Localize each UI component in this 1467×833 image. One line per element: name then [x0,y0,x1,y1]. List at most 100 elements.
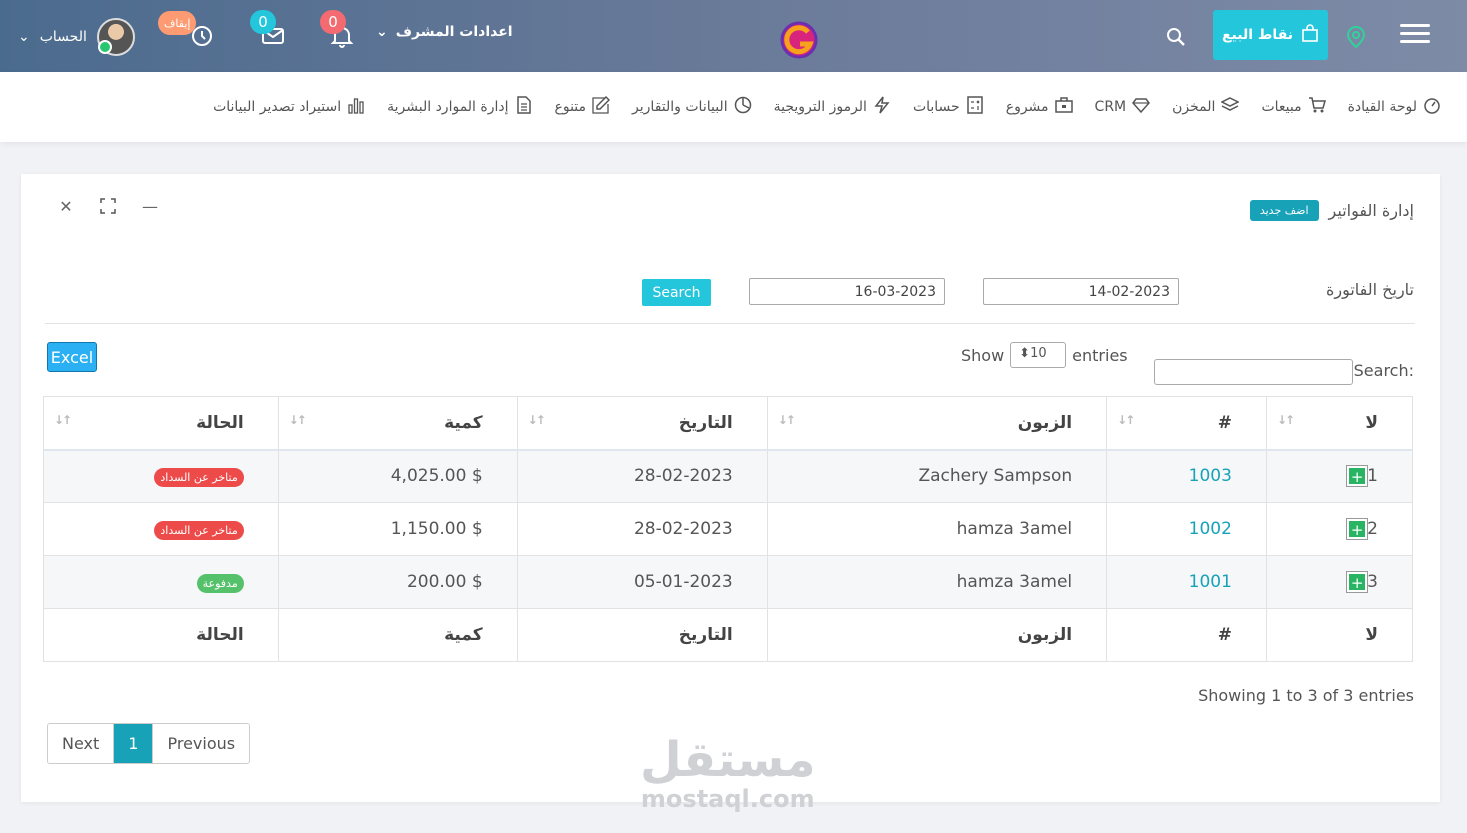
date-from-input[interactable] [983,278,1179,305]
minimize-icon[interactable]: — [140,196,160,216]
nav-item-9[interactable]: إدارة الموارد البشرية [387,96,532,118]
invoice-date: 28-02-2023 [633,519,733,539]
col-header-date[interactable]: التاريخ ↑↓ [516,396,768,451]
divider [45,323,1415,324]
nav-item-label: مبيعات [1261,99,1302,115]
entries-label: entries [1072,345,1128,365]
status-cell: متاخر عن السداد [43,502,279,556]
watermark: مستقل mostaql.com [640,735,816,813]
briefcase-icon [1054,96,1073,118]
admin-settings-label: اعدادات المشرف [395,24,513,40]
hamburger-menu-icon[interactable] [1400,24,1430,46]
footer-amount: كمية [277,608,518,662]
invoice-date-label: تاريخ الفاتورة [1325,280,1414,299]
invoices-card: إدارة الفواتير اضف جديد — ✕ تاريخ الفاتو… [21,174,1440,802]
customer-cell: hamza 3amel [766,502,1108,556]
admin-settings-menu[interactable]: اعدادات المشرف ⌄ [376,24,513,40]
location-pin-icon[interactable] [1346,25,1366,49]
expand-row-icon[interactable]: + [1347,466,1368,487]
watermark-arabic: مستقل [640,732,816,788]
chevron-down-icon: ⌄ [376,24,388,40]
date-cell: 28-02-2023 [516,449,768,503]
diamond-icon [1132,96,1151,118]
footer-date: التاريخ [516,608,768,662]
nav-item-6[interactable]: الرموز الترويجية [774,96,891,118]
previous-page-button[interactable]: Previous [152,724,250,763]
page-title: إدارة الفواتير [1328,201,1414,220]
date-to-input[interactable] [749,278,945,305]
nav-item-label: إدارة الموارد البشرية [387,99,509,115]
avatar [96,18,135,56]
nav-item-3[interactable]: CRM [1095,96,1151,118]
col-header-amount[interactable]: كمية ↑↓ [277,396,518,451]
invoice-link[interactable]: 1002 [1189,519,1232,539]
status-badge: مدفوعة [196,573,244,593]
nav-item-2[interactable]: المخزن [1172,96,1241,118]
nav-item-4[interactable]: مشروع [1006,96,1073,118]
table-search-input[interactable] [1154,359,1353,385]
row-no-cell: 3+ [1265,555,1414,609]
messages-button[interactable]: 0 [250,10,290,54]
invoice-link[interactable]: 1001 [1189,572,1232,592]
layers-icon [1220,96,1241,118]
row-no: 1 [1367,466,1378,487]
page-1-button[interactable]: 1 [113,724,153,763]
nav-item-5[interactable]: حسابات [913,96,984,118]
nav-item-8[interactable]: متنوع [554,95,611,118]
expand-row-icon[interactable]: + [1347,519,1368,539]
nav-item-label: المخزن [1172,99,1216,115]
col-header-id[interactable]: # ↑↓ [1106,396,1267,451]
amount-cell: 1,150.00 $ [277,502,518,556]
search-button[interactable]: Search [642,279,711,306]
nav-item-label: مشروع [1005,99,1049,115]
add-new-button[interactable]: اضف جديد [1249,200,1319,221]
customer-name: hamza 3amel [956,519,1073,539]
showing-info: Showing 1 to 3 of 3 entries [1198,686,1414,705]
nav-item-label: حسابات [912,99,960,115]
row-no-cell: 2+ [1265,502,1414,556]
invoice-date: 05-01-2023 [633,572,733,592]
app-logo[interactable] [778,20,820,60]
close-icon[interactable]: ✕ [56,196,76,216]
status-cell: مدفوعة [43,555,279,609]
nav-item-7[interactable]: البيانات والتقارير [632,96,752,118]
table-search-label: Search: [1353,361,1414,380]
expand-row-icon[interactable]: + [1347,572,1368,592]
show-label: Show [961,345,1005,365]
table-row: 1+ 1003 Zachery Sampson 28-02-2023 4,025.00 … [43,449,1414,503]
top-header: نقاط البيع اعدادات المشرف ⌄ 0 0 إيقاف ال… [0,0,1467,72]
notifications-button[interactable]: 0 [320,10,360,54]
pie-icon [734,96,752,118]
nav-item-0[interactable]: لوحة القيادة [1348,96,1441,118]
col-header-customer[interactable]: الزبون ↑↓ [766,396,1108,451]
nav-item-label: متنوع [554,99,587,115]
bolt-icon [873,96,891,118]
stop-timer-button[interactable]: إيقاف [158,11,220,54]
excel-export-button[interactable]: Excel [47,342,97,372]
page-size-value: 10 [1030,346,1047,361]
pos-button[interactable]: نقاط البيع [1213,10,1328,60]
fullscreen-icon[interactable] [98,196,118,216]
amount-cell: 200.00 $ [277,555,518,609]
main-nav: لوحة القيادة مبيعات المخزن CRM مشروع حسابات ال… [0,72,1467,142]
search-icon[interactable] [1166,27,1186,47]
nav-item-10[interactable]: استيراد تصدير البيانات [213,96,365,118]
col-header-status[interactable]: الحالة ↑↓ [43,396,279,451]
next-page-button[interactable]: Next [48,724,114,763]
pagination: Next 1 Previous [47,723,251,764]
customer-name: Zachery Sampson [918,466,1073,487]
dashboard-icon [1423,96,1441,118]
bar-chart-icon [347,96,365,118]
customer-cell: Zachery Sampson [766,449,1108,503]
notification-count-badge: 0 [320,10,346,34]
invoice-id-cell: 1001 [1106,555,1267,609]
invoice-date: 28-02-2023 [633,466,733,487]
page-size-select[interactable]: ⬍10 [1010,342,1067,368]
account-menu[interactable]: الحساب ⌄ [18,18,135,56]
invoice-link[interactable]: 1003 [1189,466,1232,486]
col-header-no[interactable]: لا ↑↓ [1265,396,1414,451]
edit-icon [592,95,611,118]
chevron-down-icon: ⌄ [18,29,30,45]
nav-item-1[interactable]: مبيعات [1261,96,1326,118]
row-no-cell: 1+ [1265,449,1414,503]
